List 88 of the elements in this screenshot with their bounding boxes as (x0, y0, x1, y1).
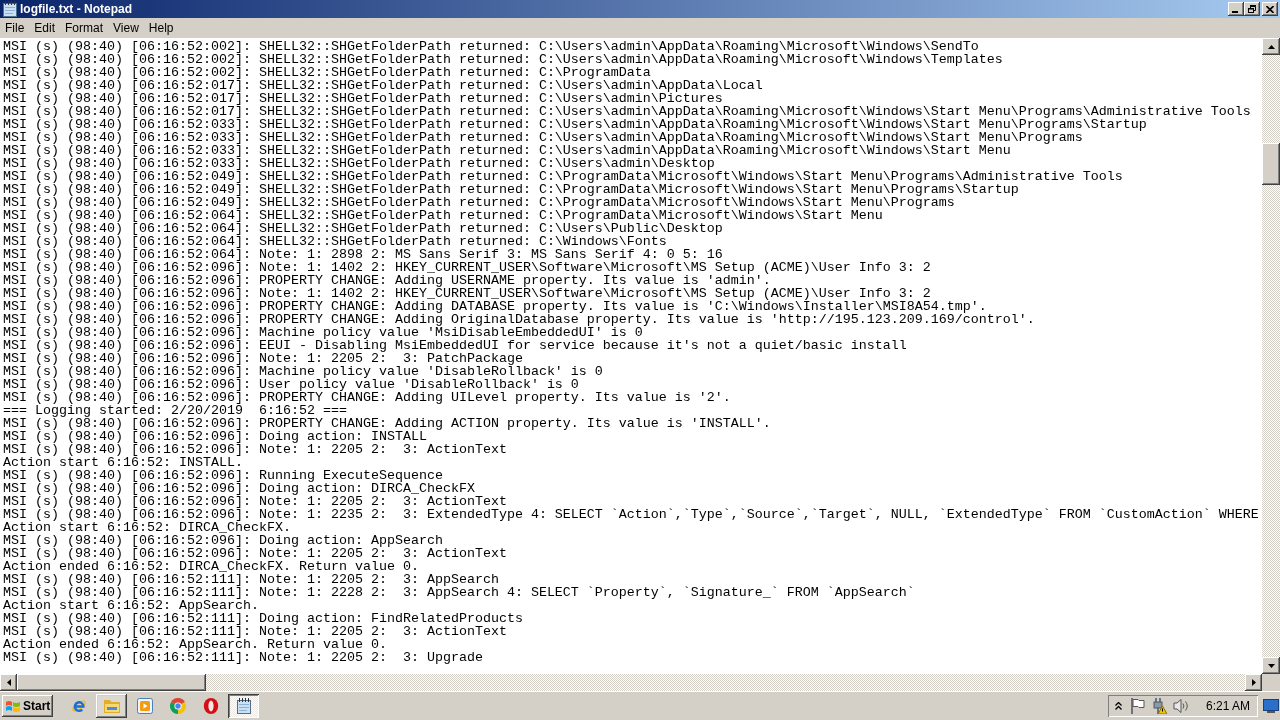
clock[interactable]: 6:21 AM (1206, 699, 1251, 713)
log-line: MSI (s) (98:40) [06:16:52:096]: EEUI - Disabling MsiEmbeddedUI for service because it's not a quiet/basic install (3, 339, 907, 352)
notepad-icon (236, 698, 251, 714)
log-line: MSI (s) (98:40) [06:16:52:096]: Running ExecuteSequence (3, 469, 443, 482)
scrollbar-thumb[interactable] (1262, 143, 1280, 185)
log-line: MSI (s) (98:40) [06:16:52:049]: SHELL32::SHGetFolderPath returned: C:\ProgramData\Microsoft\Windows\Start Menu\Programs (3, 196, 955, 209)
browser-e-icon (70, 698, 87, 714)
log-line: MSI (s) (98:40) [06:16:52:064]: SHELL32::SHGetFolderPath returned: C:\Users\Public\Desktop (3, 222, 723, 235)
log-line: MSI (s) (98:40) [06:16:52:111]: Note: 1: 2205 2: 3: AppSearch (3, 573, 499, 586)
log-line: MSI (s) (98:40) [06:16:52:064]: Note: 1: 2898 2: MS Sans Serif 3: MS Sans Serif 4: 0 5: 16 (3, 248, 723, 261)
log-line: MSI (s) (98:40) [06:16:52:111]: Doing action: FindRelatedProducts (3, 612, 523, 625)
menu-item[interactable]: File (0, 19, 30, 37)
window-title: logfile.txt - Notepad (20, 1, 132, 17)
log-line: MSI (s) (98:40) [06:16:52:033]: SHELL32::SHGetFolderPath returned: C:\Users\admin\AppData\Roaming\Microsoft\Windows\Start Menu\Programs\Startup (3, 118, 1147, 131)
log-line: MSI (s) (98:40) [06:16:52:096]: Note: 1: 2235 2: 3: ExtendedType 4: SELECT `Action`,`Type`,`Source`,`Target`, NULL, `ExtendedType` FROM `CustomAction` WHERE (3, 508, 1259, 521)
log-line: MSI (s) (98:40) [06:16:52:096]: Doing action: DIRCA_CheckFX (3, 482, 475, 495)
start-button[interactable]: Start (2, 695, 53, 717)
speaker-icon[interactable] (1173, 699, 1189, 713)
scroll-left-button[interactable] (0, 674, 17, 691)
folder-icon (103, 699, 120, 713)
log-line: MSI (s) (98:40) [06:16:52:111]: Note: 1: 2228 2: 3: AppSearch 4: SELECT `Property`, `Signature_` FROM `AppSearch` (3, 586, 915, 599)
log-line: MSI (s) (98:40) [06:16:52:096]: Note: 1: 2205 2: 3: ActionText (3, 495, 507, 508)
close-icon (1266, 5, 1274, 13)
segmented-circle-icon (169, 698, 186, 714)
log-line: MSI (s) (98:40) [06:16:52:096]: Machine policy value 'DisableRollback' is 0 (3, 365, 603, 378)
log-line: MSI (s) (98:40) [06:16:52:064]: SHELL32::SHGetFolderPath returned: C:\ProgramData\Microsoft\Windows\Start Menu (3, 209, 883, 222)
monitor-icon[interactable] (1263, 699, 1279, 713)
log-line: MSI (s) (98:40) [06:16:52:049]: SHELL32::SHGetFolderPath returned: C:\ProgramData\Microsoft\Windows\Start Menu\Programs\Administrative Tools (3, 170, 1123, 183)
log-line: MSI (s) (98:40) [06:16:52:033]: SHELL32::SHGetFolderPath returned: C:\Users\admin\AppData\Roaming\Microsoft\Windows\Start Menu\Programs (3, 131, 1083, 144)
log-line: Action start 6:16:52: INSTALL. (3, 456, 243, 469)
log-line: MSI (s) (98:40) [06:16:52:096]: PROPERTY CHANGE: Adding OriginalDatabase property. Its value is 'http://195.123.209.169/control'. (3, 313, 1035, 326)
menu-item[interactable]: View (108, 19, 144, 37)
log-line: MSI (s) (98:40) [06:16:52:033]: SHELL32::SHGetFolderPath returned: C:\Users\admin\AppData\Roaming\Microsoft\Windows\Start Menu (3, 144, 1011, 157)
log-line: Action ended 6:16:52: AppSearch. Return value 0. (3, 638, 387, 651)
scroll-up-button[interactable] (1262, 38, 1280, 55)
menu-item[interactable]: Format (60, 19, 109, 37)
right-arrow-icon (1251, 679, 1256, 686)
log-line: MSI (s) (98:40) [06:16:52:017]: SHELL32::SHGetFolderPath returned: C:\Users\admin\AppData\Local (3, 79, 763, 92)
log-line: MSI (s) (98:40) [06:16:52:096]: User policy value 'DisableRollback' is 0 (3, 378, 579, 391)
scroll-right-button[interactable] (1245, 674, 1262, 691)
log-line: Action ended 6:16:52: DIRCA_CheckFX. Return value 0. (3, 560, 419, 573)
scroll-down-button[interactable] (1262, 657, 1280, 674)
log-line: MSI (s) (98:40) [06:16:52:002]: SHELL32::SHGetFolderPath returned: C:\Users\admin\AppData\Roaming\Microsoft\Windows\SendTo (3, 40, 979, 53)
log-line: MSI (s) (98:40) [06:16:52:096]: Note: 1: 2205 2: 3: PatchPackage (3, 352, 523, 365)
log-line: MSI (s) (98:40) [06:16:52:096]: Note: 1: 1402 2: HKEY_CURRENT_USER\Software\Microsoft\MS Setup (ACME)\User Info 3: 2 (3, 261, 931, 274)
log-line: MSI (s) (98:40) [06:16:52:017]: SHELL32::SHGetFolderPath returned: C:\Users\admin\Pictures (3, 92, 723, 105)
notepad-icon (3, 1, 17, 17)
log-line: MSI (s) (98:40) [06:16:52:096]: Note: 1: 1402 2: HKEY_CURRENT_USER\Software\Microsoft\MS Setup (ACME)\User Info 3: 2 (3, 287, 931, 300)
close-button[interactable] (1262, 2, 1278, 16)
log-line: MSI (s) (98:40) [06:16:52:096]: PROPERTY CHANGE: Adding ACTION property. Its value is 'INSTALL'. (3, 417, 771, 430)
log-line: MSI (s) (98:40) [06:16:52:096]: Doing action: AppSearch (3, 534, 443, 547)
log-line: MSI (s) (98:40) [06:16:52:096]: Machine policy value 'MsiDisableEmbeddedUI' is 0 (3, 326, 643, 339)
log-line: Action start 6:16:52: AppSearch. (3, 599, 259, 612)
log-line: MSI (s) (98:40) [06:16:52:002]: SHELL32::SHGetFolderPath returned: C:\Users\admin\AppData\Roaming\Microsoft\Windows\Templates (3, 53, 1003, 66)
text-area[interactable] (0, 38, 1262, 674)
log-line: MSI (s) (98:40) [06:16:52:096]: PROPERTY CHANGE: Adding USERNAME property. Its value is 'admin'. (3, 274, 771, 287)
log-line: MSI (s) (98:40) [06:16:52:111]: Note: 1: 2205 2: 3: Upgrade (3, 651, 483, 664)
log-line: MSI (s) (98:40) [06:16:52:017]: SHELL32::SHGetFolderPath returned: C:\Users\admin\AppData\Roaming\Microsoft\Windows\Start Menu\Programs\Administrative Tools (3, 105, 1251, 118)
log-line: MSI (s) (98:40) [06:16:52:049]: SHELL32::SHGetFolderPath returned: C:\ProgramData\Microsoft\Windows\Start Menu\Programs\Startup (3, 183, 1019, 196)
log-line: MSI (s) (98:40) [06:16:52:033]: SHELL32::SHGetFolderPath returned: C:\Users\admin\Desktop (3, 157, 715, 170)
log-line: MSI (s) (98:40) [06:16:52:064]: SHELL32::SHGetFolderPath returned: C:\Windows\Fonts (3, 235, 667, 248)
log-line: MSI (s) (98:40) [06:16:52:096]: Doing action: INSTALL (3, 430, 427, 443)
log-line: === Logging started: 2/20/2019 6:16:52 === (3, 404, 347, 417)
left-arrow-icon (6, 679, 11, 686)
minimize-icon (1232, 11, 1238, 13)
log-line: MSI (s) (98:40) [06:16:52:096]: PROPERTY CHANGE: Adding DATABASE property. Its value is 'C:\Windows\Installer\MSI8A54.tmp'. (3, 300, 987, 313)
log-line: MSI (s) (98:40) [06:16:52:111]: Note: 1: 2205 2: 3: ActionText (3, 625, 507, 638)
restore-icon (1248, 5, 1256, 13)
menu-item[interactable]: Help (143, 19, 179, 37)
start-logo-icon (6, 699, 20, 713)
minimize-button[interactable] (1228, 2, 1244, 16)
ring-icon (202, 698, 219, 714)
taskbar-button[interactable] (228, 694, 259, 718)
log-line: MSI (s) (98:40) [06:16:52:002]: SHELL32::SHGetFolderPath returned: C:\ProgramData (3, 66, 651, 79)
taskbar-button[interactable] (96, 694, 127, 718)
log-line: MSI (s) (98:40) [06:16:52:096]: PROPERTY CHANGE: Adding UILevel property. Its value is '2'. (3, 391, 731, 404)
chevron-up-icon[interactable] (1115, 702, 1122, 710)
restore-button[interactable] (1244, 2, 1260, 16)
down-arrow-icon (1267, 663, 1275, 668)
log-line: Action start 6:16:52: DIRCA_CheckFX. (3, 521, 291, 534)
menu-item[interactable]: Edit (29, 19, 61, 37)
flag-icon[interactable] (1131, 698, 1145, 714)
play-icon (136, 698, 153, 714)
log-line: MSI (s) (98:40) [06:16:52:096]: Note: 1: 2205 2: 3: ActionText (3, 443, 507, 456)
log-line: MSI (s) (98:40) [06:16:52:096]: Note: 1: 2205 2: 3: ActionText (3, 547, 507, 560)
scrollbar-thumb[interactable] (17, 674, 206, 691)
up-arrow-icon (1267, 44, 1275, 49)
network-warning-icon[interactable] (1151, 698, 1167, 714)
